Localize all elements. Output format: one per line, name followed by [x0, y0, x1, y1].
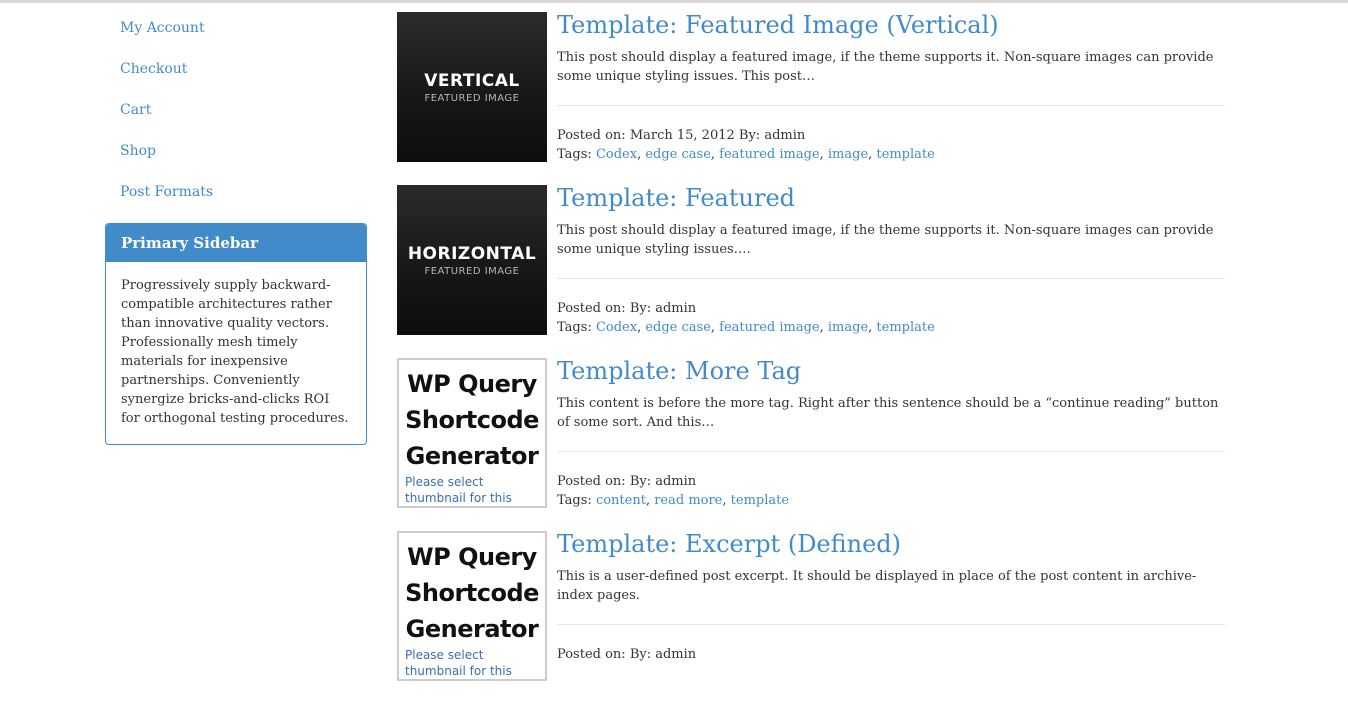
post-item: WP Query Shortcode Generator Please sele… [397, 358, 1227, 531]
thumbnail-title: VERTICAL [424, 71, 520, 91]
post-author: admin [655, 647, 697, 662]
post-tags: Tags: content, read more, template [557, 493, 790, 508]
tag-link[interactable]: edge case [645, 320, 711, 335]
nav-link-post-formats[interactable]: Post Formats [120, 184, 213, 200]
post-excerpt: This post should display a featured imag… [557, 50, 1214, 84]
by-label: By: [738, 128, 761, 143]
nav-link-checkout[interactable]: Checkout [120, 61, 187, 77]
tag-link[interactable]: content [596, 493, 646, 508]
post-excerpt: This content is before the more tag. Rig… [557, 396, 1219, 430]
post-author: admin [655, 301, 697, 316]
tag-link[interactable]: image [828, 320, 868, 335]
post-title-link[interactable]: Template: Excerpt (Defined) [557, 530, 901, 558]
thumbnail-note: Please select thumbnail for this post [405, 475, 512, 505]
nav-item: Cart [105, 94, 367, 135]
tag-link[interactable]: featured image [719, 320, 819, 335]
post-meta: Posted on: By: admin [557, 645, 696, 664]
posted-on-label: Posted on: [557, 301, 626, 316]
thumbnail-subtitle: FEATURED IMAGE [424, 266, 520, 277]
thumbnail-title-line: Generator [405, 615, 539, 643]
post-divider [557, 278, 1225, 279]
sidebar: My Account Checkout Cart Shop Post Forma… [105, 12, 367, 445]
by-label: By: [629, 474, 652, 489]
post-item: VERTICAL FEATURED IMAGE Template: Featur… [397, 12, 1227, 185]
post-byline: Posted on: By: admin [557, 472, 789, 491]
widget-title: Primary Sidebar [106, 224, 366, 262]
post-divider [557, 451, 1225, 452]
tags-label: Tags: [557, 147, 592, 162]
post-title-link[interactable]: Template: More Tag [557, 357, 801, 385]
tag-link[interactable]: template [731, 493, 789, 508]
nav-link-my-account[interactable]: My Account [120, 20, 205, 36]
thumbnail-title-line: WP Query [407, 543, 537, 571]
post-divider [557, 624, 1225, 625]
by-label: By: [629, 647, 652, 662]
thumbnail-subtitle: FEATURED IMAGE [424, 93, 520, 104]
primary-sidebar-widget: Primary Sidebar Progressively supply bac… [105, 223, 367, 445]
post-byline: Posted on: March 15, 2012 By: admin [557, 126, 935, 145]
tag-link[interactable]: image [828, 147, 868, 162]
thumbnail-note: Please select thumbnail for this post [405, 648, 512, 678]
nav-item: Checkout [105, 53, 367, 94]
post-content: Template: Featured This post should disp… [557, 184, 1225, 335]
tag-link[interactable]: Codex [596, 320, 637, 335]
post-thumbnail[interactable]: WP Query Shortcode Generator Please sele… [397, 531, 547, 681]
post-thumbnail[interactable]: HORIZONTAL FEATURED IMAGE [397, 185, 547, 335]
post-meta: Posted on: By: admin Tags: Codex, edge c… [557, 299, 935, 337]
post-excerpt: This post should display a featured imag… [557, 223, 1214, 257]
post-byline: Posted on: By: admin [557, 299, 935, 318]
thumbnail-title-line: Shortcode [405, 406, 539, 434]
thumbnail-title-line: Generator [405, 442, 539, 470]
post-date: March 15, 2012 [629, 128, 735, 143]
post-content: Template: More Tag This content is befor… [557, 357, 1225, 508]
post-tags: Tags: Codex, edge case, featured image, … [557, 320, 935, 335]
post-content: Template: Excerpt (Defined) This is a us… [557, 530, 1225, 662]
tags-label: Tags: [557, 320, 592, 335]
top-border [0, 0, 1348, 3]
tag-link[interactable]: template [876, 147, 934, 162]
tag-link[interactable]: Codex [596, 147, 637, 162]
post-thumbnail[interactable]: WP Query Shortcode Generator Please sele… [397, 358, 547, 508]
posted-on-label: Posted on: [557, 128, 626, 143]
thumbnail-title-line: WP Query [407, 370, 537, 398]
nav-item: My Account [105, 12, 367, 53]
post-byline: Posted on: By: admin [557, 645, 696, 664]
thumbnail-title-line: Shortcode [405, 579, 539, 607]
by-label: By: [629, 301, 652, 316]
post-item: WP Query Shortcode Generator Please sele… [397, 531, 1227, 704]
post-content: Template: Featured Image (Vertical) This… [557, 11, 1225, 162]
post-excerpt: This is a user-defined post excerpt. It … [557, 569, 1197, 603]
post-author: admin [655, 474, 697, 489]
post-item: HORIZONTAL FEATURED IMAGE Template: Feat… [397, 185, 1227, 358]
tags-label: Tags: [557, 493, 592, 508]
posted-on-label: Posted on: [557, 474, 626, 489]
tag-link[interactable]: read more [654, 493, 722, 508]
post-title-link[interactable]: Template: Featured [557, 184, 795, 212]
nav-link-cart[interactable]: Cart [120, 102, 151, 118]
nav-link-shop[interactable]: Shop [120, 143, 156, 159]
nav-item: Shop [105, 135, 367, 176]
post-meta: Posted on: By: admin Tags: content, read… [557, 472, 789, 510]
tag-link[interactable]: edge case [645, 147, 711, 162]
post-meta: Posted on: March 15, 2012 By: admin Tags… [557, 126, 935, 164]
widget-text: Progressively supply backward-compatible… [121, 278, 349, 426]
tag-link[interactable]: featured image [719, 147, 819, 162]
thumbnail-title: HORIZONTAL [407, 244, 537, 264]
post-divider [557, 105, 1225, 106]
post-tags: Tags: Codex, edge case, featured image, … [557, 147, 935, 162]
post-list: VERTICAL FEATURED IMAGE Template: Featur… [397, 12, 1227, 704]
tag-link[interactable]: template [876, 320, 934, 335]
nav-item: Post Formats [105, 176, 367, 217]
post-author: admin [764, 128, 806, 143]
sidebar-nav: My Account Checkout Cart Shop Post Forma… [105, 12, 367, 217]
posted-on-label: Posted on: [557, 647, 626, 662]
post-title-link[interactable]: Template: Featured Image (Vertical) [557, 11, 999, 39]
post-thumbnail[interactable]: VERTICAL FEATURED IMAGE [397, 12, 547, 162]
